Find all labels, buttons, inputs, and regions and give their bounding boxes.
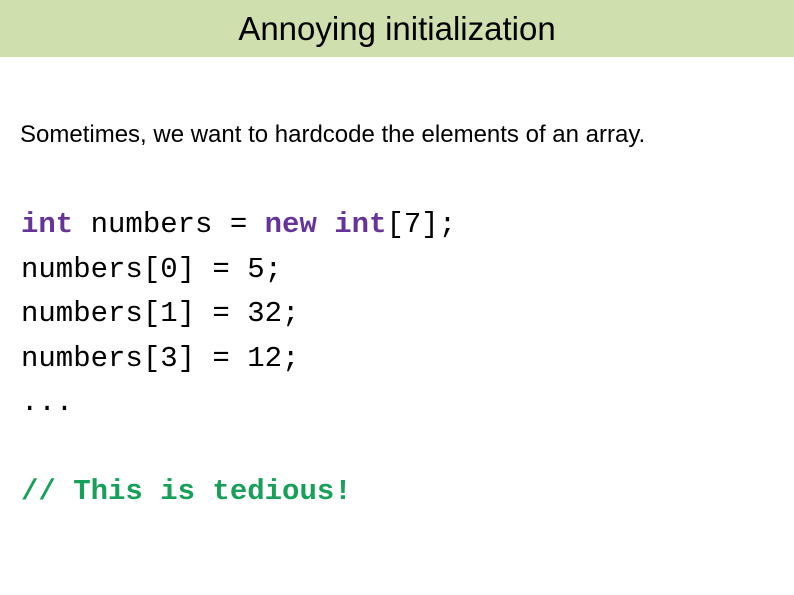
code-line: ...: [21, 381, 771, 426]
code-token-blank: [21, 431, 38, 464]
code-token-keyword: new int: [264, 208, 387, 241]
body-paragraph: Sometimes, we want to hardcode the eleme…: [20, 121, 646, 148]
code-token-plain: numbers[1] = 32;: [21, 297, 300, 330]
page-title: Annoying initialization: [238, 10, 556, 47]
code-token-plain: ...: [21, 386, 74, 419]
code-token-plain: numbers[3] = 12;: [21, 341, 300, 375]
code-line: numbers[3] = 12;: [21, 337, 771, 382]
code-line: int numbers = new int[7];: [21, 203, 771, 248]
code-line: // This is tedious!: [21, 470, 771, 515]
code-token-plain: numbers[0] = 5;: [21, 252, 283, 286]
code-token-comment: // This is tedious!: [21, 475, 352, 508]
code-block: int numbers = new int[7]; numbers[0] = 5;…: [21, 203, 771, 515]
code-line: numbers[0] = 5;: [21, 248, 771, 293]
code-token-plain: [7];: [386, 208, 457, 241]
code-token-plain: numbers =: [73, 208, 265, 241]
slide-canvas: Annoying initialization Sometimes, we wa…: [0, 0, 794, 595]
code-token-keyword: int: [21, 208, 74, 241]
code-line: [21, 426, 771, 471]
title-banner: Annoying initialization: [0, 0, 794, 57]
code-line: numbers[1] = 32;: [21, 292, 771, 337]
